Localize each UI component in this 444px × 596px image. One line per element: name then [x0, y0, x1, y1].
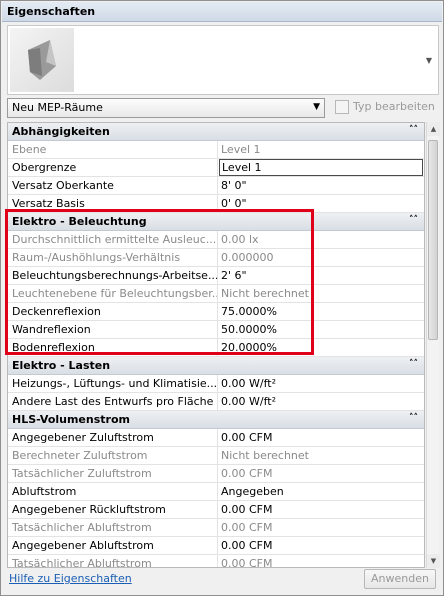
property-name: Tatsächlicher Abluftstrom — [8, 519, 218, 536]
property-name: Heizungs-, Lüftungs- und Klimatisie... — [8, 375, 218, 392]
group-header[interactable]: Elektro - Beleuchtung ˄˄ — [8, 213, 424, 231]
property-value: Nicht berechnet — [221, 287, 309, 300]
property-row: Raum-/Aushöhlungs-Verhältnis 0.000000 — [8, 249, 424, 267]
property-value: Level 1 — [221, 143, 261, 156]
property-value: Nicht berechnet — [221, 449, 309, 462]
group-header[interactable]: Elektro - Lasten ˄˄ — [8, 357, 424, 375]
property-row: Tatsächlicher Zuluftstrom 0.00 CFM — [8, 465, 424, 483]
group-header[interactable]: Abhängigkeiten ˄˄ — [8, 123, 424, 141]
property-value[interactable]: 20.0000% — [218, 339, 424, 356]
property-row: Abluftstrom Angegeben — [8, 483, 424, 501]
property-row: Wandreflexion 50.0000% — [8, 321, 424, 339]
edit-type-button[interactable]: Typ bearbeiten — [333, 98, 441, 118]
property-name: Deckenreflexion — [8, 303, 218, 320]
double-chevron-up-icon[interactable]: ˄˄ — [409, 125, 418, 135]
property-row: Angegebener Zuluftstrom 0.00 CFM — [8, 429, 424, 447]
property-row: Berechneter Zuluftstrom Nicht berechnet — [8, 447, 424, 465]
property-name: Berechneter Zuluftstrom — [8, 447, 218, 464]
property-value[interactable]: 2' 6" — [218, 267, 424, 284]
chevron-down-icon: ▼ — [313, 102, 320, 112]
scroll-up-icon[interactable]: ▲ — [427, 122, 440, 136]
type-preview: ▼ — [7, 25, 439, 95]
window-title: Eigenschaften — [2, 2, 442, 22]
property-value[interactable]: 50.0000% — [218, 321, 424, 338]
property-name: Ebene — [8, 141, 218, 158]
property-name: Andere Last des Entwurfs pro Fläche — [8, 393, 218, 410]
property-name: Durchschnittlich ermittelte Ausleuc... — [8, 231, 218, 248]
properties-grid: Abhängigkeiten ˄˄ Ebene Level 1 Obergrenze Le… — [7, 122, 425, 568]
property-name: Obergrenze — [8, 159, 218, 176]
property-row: Heizungs-, Lüftungs- und Klimatisie... 0.… — [8, 375, 424, 393]
type-selector-dropdown[interactable]: Neu MEP-Räume ▼ — [7, 98, 325, 118]
group-title: Elektro - Beleuchtung — [12, 215, 147, 228]
property-name: Abluftstrom — [8, 483, 218, 500]
property-row: Bodenreflexion 20.0000% — [8, 339, 424, 357]
properties-window: Eigenschaften ▼ Neu MEP-Räume ▼ Typ bear… — [0, 0, 444, 596]
property-row: Angegebener Abluftstrom 0.00 CFM — [8, 537, 424, 555]
property-name: Versatz Basis — [8, 195, 218, 212]
property-name: Tatsächlicher Abluftstrom — [8, 555, 218, 567]
type-selector-value: Neu MEP-Räume — [12, 101, 103, 114]
property-row: Versatz Oberkante 8' 0" — [8, 177, 424, 195]
property-value[interactable]: 0.00 CFM — [218, 537, 424, 554]
property-row: Durchschnittlich ermittelte Ausleuc... 0.… — [8, 231, 424, 249]
property-name: Beleuchtungsberechnungs-Arbeitse... — [8, 267, 218, 284]
property-value: 0.00 CFM — [221, 557, 273, 568]
property-row: Andere Last des Entwurfs pro Fläche 0.00 … — [8, 393, 424, 411]
group-header[interactable]: HLS-Volumenstrom ˄˄ — [8, 411, 424, 429]
group-title: Elektro - Lasten — [12, 359, 111, 372]
edit-type-label: Typ bearbeiten — [353, 100, 435, 113]
property-row: Deckenreflexion 75.0000% — [8, 303, 424, 321]
property-row: Angegebener Rückluftstrom 0.00 CFM — [8, 501, 424, 519]
property-name: Leuchtenebene für Beleuchtungsber... — [8, 285, 218, 302]
property-value[interactable]: 0.00 W/ft² — [218, 393, 424, 410]
property-row: Ebene Level 1 — [8, 141, 424, 159]
property-value: 0.00 CFM — [221, 521, 273, 534]
help-link[interactable]: Hilfe zu Eigenschaften — [9, 572, 132, 585]
property-row: Versatz Basis 0' 0" — [8, 195, 424, 213]
double-chevron-up-icon[interactable]: ˄˄ — [409, 359, 418, 369]
property-name: Wandreflexion — [8, 321, 218, 338]
property-value[interactable]: Level 1 — [219, 159, 423, 176]
property-row: Beleuchtungsberechnungs-Arbeitse... 2' 6" — [8, 267, 424, 285]
property-value[interactable]: Angegeben — [218, 483, 424, 500]
room-thumbnail-icon — [10, 28, 74, 92]
property-value[interactable]: 8' 0" — [218, 177, 424, 194]
double-chevron-up-icon[interactable]: ˄˄ — [409, 215, 418, 225]
property-row: Leuchtenebene für Beleuchtungsber... Nich… — [8, 285, 424, 303]
property-value[interactable]: 0.00 CFM — [218, 501, 424, 518]
scroll-thumb[interactable] — [428, 140, 438, 340]
preview-dropdown-icon[interactable]: ▼ — [426, 56, 432, 65]
property-row: Tatsächlicher Abluftstrom 0.00 CFM — [8, 519, 424, 537]
property-name: Tatsächlicher Zuluftstrom — [8, 465, 218, 482]
group-title: HLS-Volumenstrom — [12, 413, 130, 426]
property-name: Raum-/Aushöhlungs-Verhältnis — [8, 249, 218, 266]
properties-scrollbar[interactable]: ▲ ▼ — [426, 122, 440, 568]
property-row: Obergrenze Level 1 — [8, 159, 424, 177]
edit-type-icon — [335, 100, 349, 114]
property-name: Bodenreflexion — [8, 339, 218, 356]
property-value[interactable]: 0' 0" — [218, 195, 424, 212]
property-value[interactable]: 0.00 CFM — [218, 429, 424, 446]
property-value[interactable]: 0.00 W/ft² — [218, 375, 424, 392]
property-name: Angegebener Zuluftstrom — [8, 429, 218, 446]
property-value[interactable]: 75.0000% — [218, 303, 424, 320]
property-value: 0.00 lx — [221, 233, 259, 246]
property-name: Versatz Oberkante — [8, 177, 218, 194]
property-name: Angegebener Abluftstrom — [8, 537, 218, 554]
scroll-down-icon[interactable]: ▼ — [427, 554, 440, 568]
property-name: Angegebener Rückluftstrom — [8, 501, 218, 518]
type-selector-row: Neu MEP-Räume ▼ Typ bearbeiten — [7, 98, 439, 118]
group-title: Abhängigkeiten — [12, 125, 110, 138]
apply-button[interactable]: Anwenden — [364, 569, 436, 589]
property-value: 0.000000 — [221, 251, 274, 264]
double-chevron-up-icon[interactable]: ˄˄ — [409, 413, 418, 423]
property-row: Tatsächlicher Abluftstrom 0.00 CFM — [8, 555, 424, 568]
property-value: 0.00 CFM — [221, 467, 273, 480]
